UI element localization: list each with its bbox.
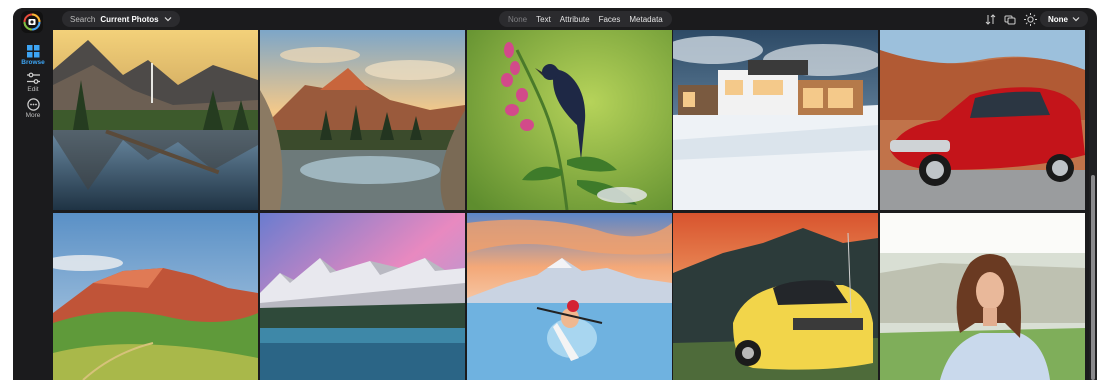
sort-icon[interactable] — [983, 12, 997, 26]
photo-thumbnail-bird[interactable] — [467, 30, 672, 210]
filter-text[interactable]: Text — [532, 15, 555, 24]
rail-more-label: More — [25, 112, 41, 119]
photo-thumbnail-portrait[interactable] — [880, 213, 1085, 380]
photo-thumbnail-snow-house[interactable] — [673, 30, 878, 210]
photo-thumbnail-kayaker[interactable] — [467, 213, 672, 380]
photo-thumbnail-meadow[interactable] — [53, 213, 258, 380]
toolbar-icons — [983, 12, 1037, 26]
top-bar: Search Current Photos None Text Attribut… — [53, 8, 1097, 30]
search-scope-value: Current Photos — [100, 14, 159, 24]
sliders-icon — [26, 72, 40, 84]
filter-faces[interactable]: Faces — [595, 15, 625, 24]
rail-edit[interactable]: Edit — [13, 72, 53, 93]
sort-dropdown-value: None — [1048, 14, 1068, 24]
photo-thumbnail-red-car[interactable] — [880, 30, 1085, 210]
filter-none[interactable]: None — [504, 15, 531, 24]
app-window: Browse Edit More Search Current Photos N… — [13, 8, 1097, 380]
vertical-scrollbar[interactable] — [1089, 30, 1097, 380]
scrollbar-thumb[interactable] — [1091, 175, 1095, 380]
photo-thumbnail-yosemite[interactable] — [53, 30, 258, 210]
chevron-down-icon — [1072, 17, 1080, 22]
rail-more[interactable]: More — [13, 98, 53, 119]
rail-edit-label: Edit — [27, 86, 39, 93]
left-rail: Browse Edit More — [13, 8, 53, 380]
compare-icon[interactable] — [1003, 12, 1017, 26]
filter-segmented-control: None Text Attribute Faces Metadata — [499, 11, 672, 27]
grid-icon — [26, 45, 39, 58]
search-scope-dropdown[interactable]: Search Current Photos — [62, 11, 180, 27]
photo-thumbnail-dolomites[interactable] — [260, 213, 465, 380]
sort-dropdown[interactable]: None — [1040, 11, 1088, 27]
brightness-icon[interactable] — [1023, 12, 1037, 26]
rail-browse[interactable]: Browse — [13, 45, 53, 66]
filter-attribute[interactable]: Attribute — [556, 15, 594, 24]
chevron-down-icon — [164, 17, 172, 22]
photo-thumbnail-mountain-lake[interactable] — [260, 30, 465, 210]
more-icon — [26, 98, 40, 111]
search-label: Search — [70, 14, 96, 24]
photo-grid — [53, 30, 1087, 380]
photo-thumbnail-yellow-car[interactable] — [673, 213, 878, 380]
rail-browse-label: Browse — [21, 59, 45, 66]
filter-metadata[interactable]: Metadata — [625, 15, 666, 24]
app-logo-icon[interactable] — [21, 11, 43, 33]
